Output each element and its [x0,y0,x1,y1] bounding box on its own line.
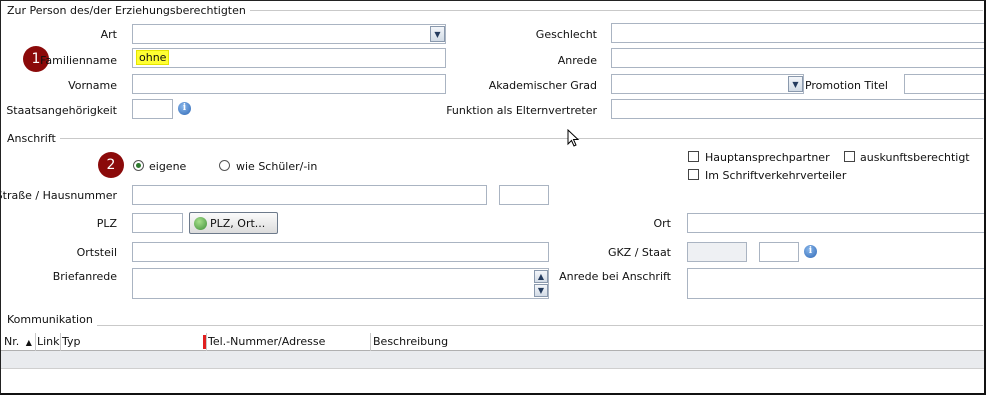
mouse-cursor-icon [567,129,580,147]
annotation-badge-2: 2 [98,152,124,178]
plz-ort-button[interactable]: PLZ, Ort... [189,212,278,234]
familienname-label: Familienname [40,54,117,67]
akademischer-grad-select[interactable] [611,74,804,94]
art-label: Art [100,28,117,41]
vorname-input[interactable] [132,74,446,94]
plz-ort-button-label: PLZ, Ort... [210,216,266,230]
sort-ascending-icon: ▲ [25,338,32,347]
anrede-select[interactable] [611,48,984,68]
ort-label: Ort [653,217,672,230]
familienname-input[interactable]: ohne [132,48,446,68]
strasse-label: Straße / Hausnummer [0,189,117,202]
art-select[interactable] [132,24,446,44]
auskunftsberechtigt-checkbox[interactable] [844,151,855,162]
info-icon[interactable]: i [804,245,817,258]
geschlecht-label: Geschlecht [535,28,597,41]
radio-eigene[interactable] [133,160,144,171]
plz-input[interactable] [132,213,183,233]
strasse-input[interactable] [132,185,487,205]
section-title-address: Anschrift [7,132,60,145]
column-header-typ[interactable]: Typ [62,334,81,350]
column-header-link[interactable]: Link [37,334,60,350]
radio-eigene-label: eigene [149,160,187,173]
scroll-down-button[interactable]: ▼ [534,284,548,297]
ortsteil-label: Ortsteil [76,246,117,259]
gkz-staat-label: GKZ / Staat [607,246,671,259]
staatsangehoerigkeit-label: Staatsangehörigkeit [6,104,117,117]
funktion-elternvertreter-input[interactable] [611,99,984,119]
ortsteil-input[interactable] [132,242,549,262]
anrede-anschrift-label: Anrede bei Anschrift [559,270,671,283]
hauptansprechpartner-label: Hauptansprechpartner [705,151,830,164]
section-title-person: Zur Person des/der Erziehungsberechtigte… [7,4,250,17]
vorname-label: Vorname [68,79,117,92]
radio-wie-schueler-label: wie Schüler/-in [236,160,318,173]
chevron-down-icon: ▼ [537,286,545,295]
table-row[interactable] [1,351,984,369]
column-header-beschreibung[interactable]: Beschreibung [373,334,448,350]
column-header-nr[interactable]: Nr. ▲ [4,334,32,350]
chevron-up-icon: ▲ [537,272,545,281]
form-window: Zur Person des/der Erziehungsberechtigte… [0,0,986,395]
familienname-value-highlight: ohne [136,50,170,65]
promotion-titel-input[interactable] [904,74,984,94]
column-header-tel-adresse[interactable]: Tel.-Nummer/Adresse [208,334,325,350]
geschlecht-select[interactable] [611,23,984,43]
staatsangehoerigkeit-input[interactable] [132,99,173,119]
akademischer-grad-dropdown-button[interactable]: ▼ [788,76,803,92]
staat-input[interactable] [759,242,799,262]
section-divider [7,325,983,326]
info-icon[interactable]: i [178,102,191,115]
schriftverkehrverteiler-checkbox[interactable] [688,169,699,180]
scroll-up-button[interactable]: ▲ [534,270,548,283]
hausnummer-input[interactable] [499,185,549,205]
auskunftsberechtigt-label: auskunftsberechtigt [860,151,970,164]
akademischer-grad-label: Akademischer Grad [488,79,597,92]
funktion-elternvertreter-label: Funktion als Elternvertreter [446,104,597,117]
briefanrede-label: Briefanrede [52,270,117,283]
plz-label: PLZ [96,217,117,230]
globe-add-icon [194,216,207,230]
hauptansprechpartner-checkbox[interactable] [688,151,699,162]
ort-input[interactable] [687,213,984,233]
promotion-titel-label: Promotion Titel [804,79,888,92]
section-title-communication: Kommunikation [7,313,97,326]
chevron-down-icon: ▼ [434,29,441,39]
anrede-label: Anrede [557,54,597,67]
anrede-anschrift-textarea[interactable] [687,268,984,299]
radio-wie-schueler[interactable] [219,160,230,171]
chevron-down-icon: ▼ [792,79,799,89]
table-header [1,333,984,351]
briefanrede-textarea[interactable] [132,268,549,299]
section-divider [7,138,983,139]
art-dropdown-button[interactable]: ▼ [430,26,445,42]
gkz-input [687,242,747,262]
schriftverkehrverteiler-label: Im Schriftverkehrverteiler [705,169,847,182]
